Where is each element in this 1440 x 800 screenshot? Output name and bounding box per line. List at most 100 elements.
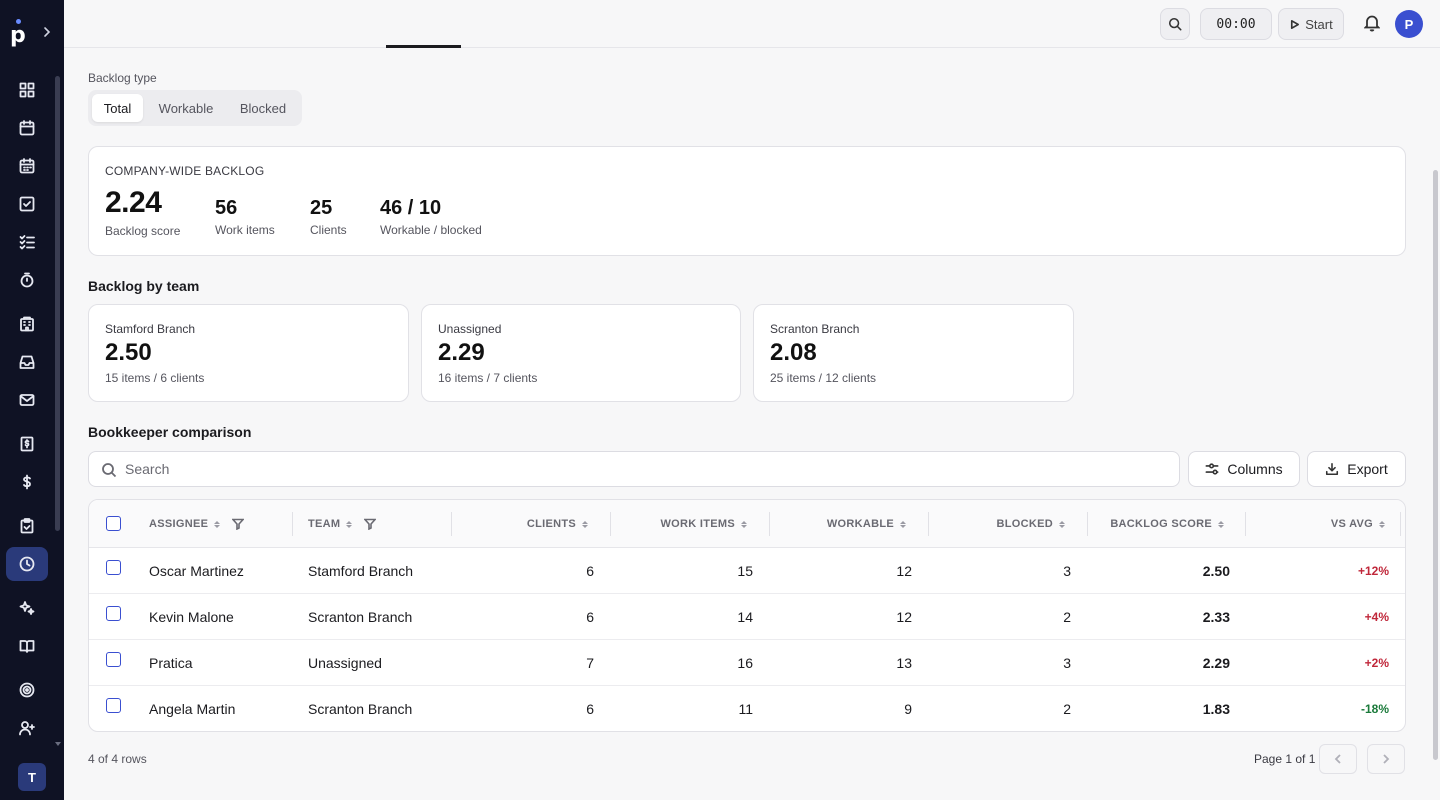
nav-timer[interactable] <box>6 263 48 297</box>
table-row[interactable]: Kevin Malone Scranton Branch 6 14 12 2 2… <box>89 594 1405 640</box>
nav-docs[interactable] <box>6 629 48 663</box>
backlog-type-workable[interactable]: Workable <box>149 94 223 122</box>
cell-vs-avg: +4% <box>1364 610 1389 624</box>
nav-companies[interactable] <box>6 307 48 341</box>
sliders-icon <box>1205 463 1219 475</box>
filter-icon[interactable] <box>231 518 246 531</box>
table-header: ASSIGNEE TEAM CLIENTS WORK ITEMS WORKABL… <box>89 500 1405 548</box>
cell-backlog-score: 1.83 <box>1202 701 1230 717</box>
search-input[interactable] <box>125 452 1165 486</box>
task-check-icon <box>19 196 35 212</box>
row-checkbox[interactable] <box>106 606 121 621</box>
header-assignee[interactable]: ASSIGNEE <box>149 500 284 548</box>
header-backlog-score[interactable]: BACKLOG SCORE <box>1087 500 1224 548</box>
start-label: Start <box>1305 16 1333 32</box>
start-timer-button[interactable]: Start <box>1278 8 1344 40</box>
cell-blocked: 2 <box>1063 609 1071 625</box>
cell-backlog-score: 2.50 <box>1202 563 1230 579</box>
cell-blocked: 2 <box>1063 701 1071 717</box>
nav-ai[interactable] <box>6 591 48 625</box>
cell-assignee: Angela Martin <box>149 701 236 717</box>
bookkeeper-comparison-title: Bookkeeper comparison <box>88 424 252 440</box>
nav-invoices[interactable] <box>6 427 48 461</box>
row-checkbox[interactable] <box>106 652 121 667</box>
sort-icon <box>346 520 353 528</box>
cell-assignee: Pratica <box>149 655 193 671</box>
cell-team: Scranton Branch <box>308 701 413 717</box>
select-all-checkbox[interactable] <box>106 516 121 531</box>
company-clients-label: Clients <box>310 223 347 237</box>
header-work-items[interactable]: WORK ITEMS <box>610 500 747 548</box>
bookkeeper-table: ASSIGNEE TEAM CLIENTS WORK ITEMS WORKABL… <box>88 499 1406 732</box>
nav-invite[interactable] <box>6 711 48 745</box>
cell-work-items: 15 <box>737 563 753 579</box>
team-card-scranton[interactable]: Scranton Branch 2.08 25 items / 12 clien… <box>753 304 1074 402</box>
backlog-type-toggle: Total Workable Blocked <box>88 90 302 126</box>
nav-dashboard[interactable] <box>6 73 48 107</box>
sidebar-scrollbar[interactable] <box>55 76 60 531</box>
search-button[interactable] <box>1160 8 1190 40</box>
table-row[interactable]: Oscar Martinez Stamford Branch 6 15 12 3… <box>89 548 1405 594</box>
cell-vs-avg: +2% <box>1364 656 1389 670</box>
sidebar-expand-button[interactable] <box>40 24 54 40</box>
sort-icon <box>1379 520 1385 528</box>
header-team[interactable]: TEAM <box>308 500 443 548</box>
sparkle-icon <box>19 601 35 615</box>
nav-mail[interactable] <box>6 383 48 417</box>
columns-button[interactable]: Columns <box>1188 451 1300 487</box>
nav-schedule[interactable] <box>6 149 48 183</box>
cell-vs-avg: +12% <box>1357 564 1389 578</box>
cell-backlog-score: 2.33 <box>1202 609 1230 625</box>
company-backlog-card: COMPANY-WIDE BACKLOG 2.24 Backlog score … <box>88 146 1406 256</box>
nav-tasks[interactable] <box>6 187 48 221</box>
header-clients[interactable]: CLIENTS <box>451 500 588 548</box>
chevron-left-icon <box>1334 754 1341 764</box>
header-workable[interactable]: WORKABLE <box>769 500 906 548</box>
cell-clients: 7 <box>586 655 594 671</box>
header-blocked[interactable]: BLOCKED <box>928 500 1065 548</box>
next-page-button[interactable] <box>1367 744 1405 774</box>
search-icon <box>101 462 117 478</box>
backlog-type-blocked[interactable]: Blocked <box>227 94 299 122</box>
main-content: Backlog type Total Workable Blocked COMP… <box>64 48 1434 800</box>
nav-inbox[interactable] <box>6 345 48 379</box>
team-switcher-avatar[interactable]: T <box>18 763 46 791</box>
page-indicator: Page 1 of 1 <box>1254 752 1316 766</box>
main-scrollbar[interactable] <box>1433 170 1438 760</box>
nav-reports[interactable] <box>6 509 48 543</box>
timer-display[interactable]: 00:00 <box>1200 8 1272 40</box>
table-row[interactable]: Pratica Unassigned 7 16 13 3 2.29 +2% <box>89 640 1405 686</box>
table-search <box>88 451 1180 487</box>
team-card-stamford[interactable]: Stamford Branch 2.50 15 items / 6 client… <box>88 304 409 402</box>
nav-calendar[interactable] <box>6 111 48 145</box>
company-backlog-title: COMPANY-WIDE BACKLOG <box>105 164 265 178</box>
cell-clients: 6 <box>586 563 594 579</box>
team-card-name: Scranton Branch <box>770 322 860 336</box>
cell-assignee: Kevin Malone <box>149 609 234 625</box>
header-vs-avg[interactable]: VS AVG <box>1245 500 1385 548</box>
table-row[interactable]: Angela Martin Scranton Branch 6 11 9 2 1… <box>89 686 1405 731</box>
sidebar-scroll-down-arrow[interactable] <box>55 742 61 746</box>
dashboard-icon <box>19 82 35 98</box>
notifications-button[interactable] <box>1363 14 1384 34</box>
backlog-type-total[interactable]: Total <box>92 94 143 122</box>
export-button[interactable]: Export <box>1307 451 1406 487</box>
team-card-score: 2.50 <box>105 339 152 366</box>
sort-icon <box>900 520 906 528</box>
cell-team: Unassigned <box>308 655 382 671</box>
bell-icon <box>1363 15 1381 32</box>
filter-icon[interactable] <box>363 518 378 531</box>
invoice-icon <box>20 436 34 452</box>
row-checkbox[interactable] <box>106 560 121 575</box>
nav-checklist[interactable] <box>6 225 48 259</box>
user-avatar[interactable]: P <box>1395 10 1423 38</box>
row-checkbox[interactable] <box>106 698 121 713</box>
app-logo[interactable]: p <box>8 18 28 47</box>
team-card-unassigned[interactable]: Unassigned 2.29 16 items / 7 clients <box>421 304 741 402</box>
nav-billing[interactable] <box>6 465 48 499</box>
nav-backlog[interactable] <box>6 547 48 581</box>
prev-page-button[interactable] <box>1319 744 1357 774</box>
nav-goals[interactable] <box>6 673 48 707</box>
sort-icon <box>741 520 747 528</box>
export-label: Export <box>1347 461 1388 477</box>
